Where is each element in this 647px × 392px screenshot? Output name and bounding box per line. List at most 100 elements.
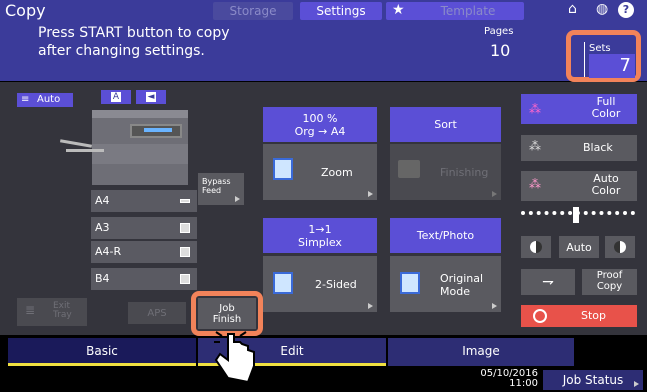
sets-value[interactable]: 7 — [589, 54, 635, 78]
full-color-button[interactable]: ⁂ Full Color — [521, 94, 637, 124]
two-sided-icon — [273, 272, 293, 294]
interrupt-button[interactable]: ⇁ — [521, 269, 575, 295]
sets-label: Sets — [589, 43, 611, 54]
settings-button[interactable]: Settings — [300, 2, 382, 20]
star-icon: ★ — [392, 2, 405, 18]
template-button[interactable]: ★ Template — [386, 2, 524, 20]
paper-icon — [180, 247, 190, 257]
time-label: 11:00 — [509, 378, 538, 389]
arrow-icon — [368, 191, 373, 197]
pages-label: Pages — [484, 26, 514, 37]
density-auto-button[interactable]: Auto — [559, 236, 599, 258]
sort-header-label: Sort — [434, 118, 457, 131]
arrow-icon — [368, 303, 373, 309]
density-scale[interactable] — [521, 207, 635, 225]
finishing-button[interactable]: Finishing — [390, 144, 501, 200]
black-label: Black — [583, 141, 613, 154]
job-finish-label: Job Finish — [212, 302, 242, 325]
exit-tray-button[interactable]: ≣ Exit Tray — [17, 298, 87, 326]
black-dots-icon: ⁂ — [529, 139, 541, 153]
tab-basic[interactable]: Basic — [8, 338, 196, 366]
arrow-icon — [492, 191, 497, 197]
aps-button[interactable]: APS — [128, 302, 186, 324]
paper-icon — [180, 223, 190, 233]
two-sided-label: 2-Sided — [315, 278, 357, 291]
half-circle-right-icon — [614, 241, 626, 253]
portrait-icon: A — [110, 92, 122, 102]
job-status-label: Job Status — [562, 373, 624, 387]
sets-divider — [584, 42, 585, 77]
paper-icon — [180, 274, 190, 284]
density-auto-label: Auto — [566, 240, 592, 254]
half-circle-left-icon — [530, 241, 542, 253]
finishing-icon — [398, 160, 420, 178]
darker-button[interactable] — [605, 236, 635, 258]
job-status-button[interactable]: Job Status — [543, 370, 643, 390]
zoom-icon — [273, 158, 293, 180]
tab-image-label: Image — [462, 344, 500, 358]
density-slider-thumb[interactable] — [573, 207, 579, 223]
tab-image[interactable]: Image — [388, 338, 574, 366]
message-line-1: Press START button to copy — [38, 25, 230, 41]
text-photo-label: Text/Photo — [416, 229, 475, 242]
original-a-button[interactable]: A — [101, 90, 131, 104]
hand-pointer-icon — [214, 330, 260, 388]
full-color-label: Full Color — [591, 95, 621, 120]
paper-a3-button[interactable]: A3 — [91, 217, 197, 239]
zoom-header[interactable]: 100 % Org → A4 — [263, 107, 377, 142]
auto-orientation-button[interactable]: ≡ Auto — [17, 93, 73, 107]
simplex-header-label: 1→1 Simplex — [298, 222, 342, 249]
message-bar: Press START button to copy after changin… — [0, 21, 647, 82]
globe-icon[interactable]: ◍ — [596, 1, 608, 17]
home-icon[interactable]: ⌂ — [568, 1, 577, 17]
paper-a4-button[interactable]: A4 — [91, 190, 197, 212]
auto-color-icon: ⁂ — [529, 177, 541, 191]
auto-label: Auto — [37, 94, 61, 105]
paper-icon — [180, 199, 190, 203]
proof-copy-label: Proof Copy — [596, 270, 623, 292]
paper-b4-button[interactable]: B4 — [91, 268, 197, 290]
bypass-feed-button[interactable]: Bypass Feed — [198, 173, 244, 205]
landscape-icon: ◄ — [145, 92, 157, 102]
text-photo-header[interactable]: Text/Photo — [390, 218, 501, 253]
paper-label: A3 — [95, 221, 110, 234]
proof-copy-button[interactable]: Proof Copy — [582, 269, 637, 295]
message-line-2: after changing settings. — [38, 43, 205, 59]
simplex-header[interactable]: 1→1 Simplex — [263, 218, 377, 253]
zoom-button[interactable]: Zoom — [263, 144, 377, 200]
zoom-header-label: 100 % Org → A4 — [294, 111, 346, 138]
aps-label: APS — [147, 307, 167, 319]
tab-basic-label: Basic — [86, 344, 118, 358]
auto-color-button[interactable]: ⁂ Auto Color — [521, 171, 637, 201]
original-mode-button[interactable]: Original Mode — [390, 256, 501, 312]
lighter-button[interactable] — [521, 236, 551, 258]
paper-label: A4-R — [95, 245, 122, 258]
color-dots-icon: ⁂ — [529, 102, 541, 116]
stack-icon: ≡ — [21, 94, 30, 105]
zoom-label: Zoom — [321, 166, 353, 179]
paper-label: B4 — [95, 272, 110, 285]
tab-edit-label: Edit — [280, 344, 304, 358]
two-sided-button[interactable]: 2-Sided — [263, 256, 377, 312]
stop-icon — [533, 309, 547, 323]
paper-a4r-button[interactable]: A4-R — [91, 241, 197, 263]
stop-button[interactable]: Stop — [521, 305, 637, 327]
job-finish-button[interactable]: Job Finish — [198, 298, 256, 329]
arrow-icon — [634, 381, 639, 387]
storage-button[interactable]: Storage — [213, 2, 293, 20]
black-button[interactable]: ⁂ Black — [521, 135, 637, 161]
original-rotate-button[interactable]: ◄ — [136, 90, 166, 104]
exit-tray-icon: ≣ — [25, 303, 36, 317]
original-mode-label: Original Mode — [440, 272, 484, 298]
auto-color-label: Auto Color — [591, 172, 621, 197]
pages-value: 10 — [490, 41, 511, 60]
template-label: Template — [440, 4, 496, 18]
original-mode-icon — [400, 272, 420, 294]
paper-label: A4 — [95, 194, 110, 207]
finishing-label: Finishing — [440, 166, 489, 179]
app-title: Copy — [5, 1, 46, 20]
sort-header[interactable]: Sort — [390, 107, 501, 142]
top-bar: Copy Storage Settings ★ Template ⌂ ◍ ? — [0, 0, 647, 21]
interrupt-icon: ⇁ — [542, 274, 554, 290]
help-icon[interactable]: ? — [618, 2, 634, 18]
